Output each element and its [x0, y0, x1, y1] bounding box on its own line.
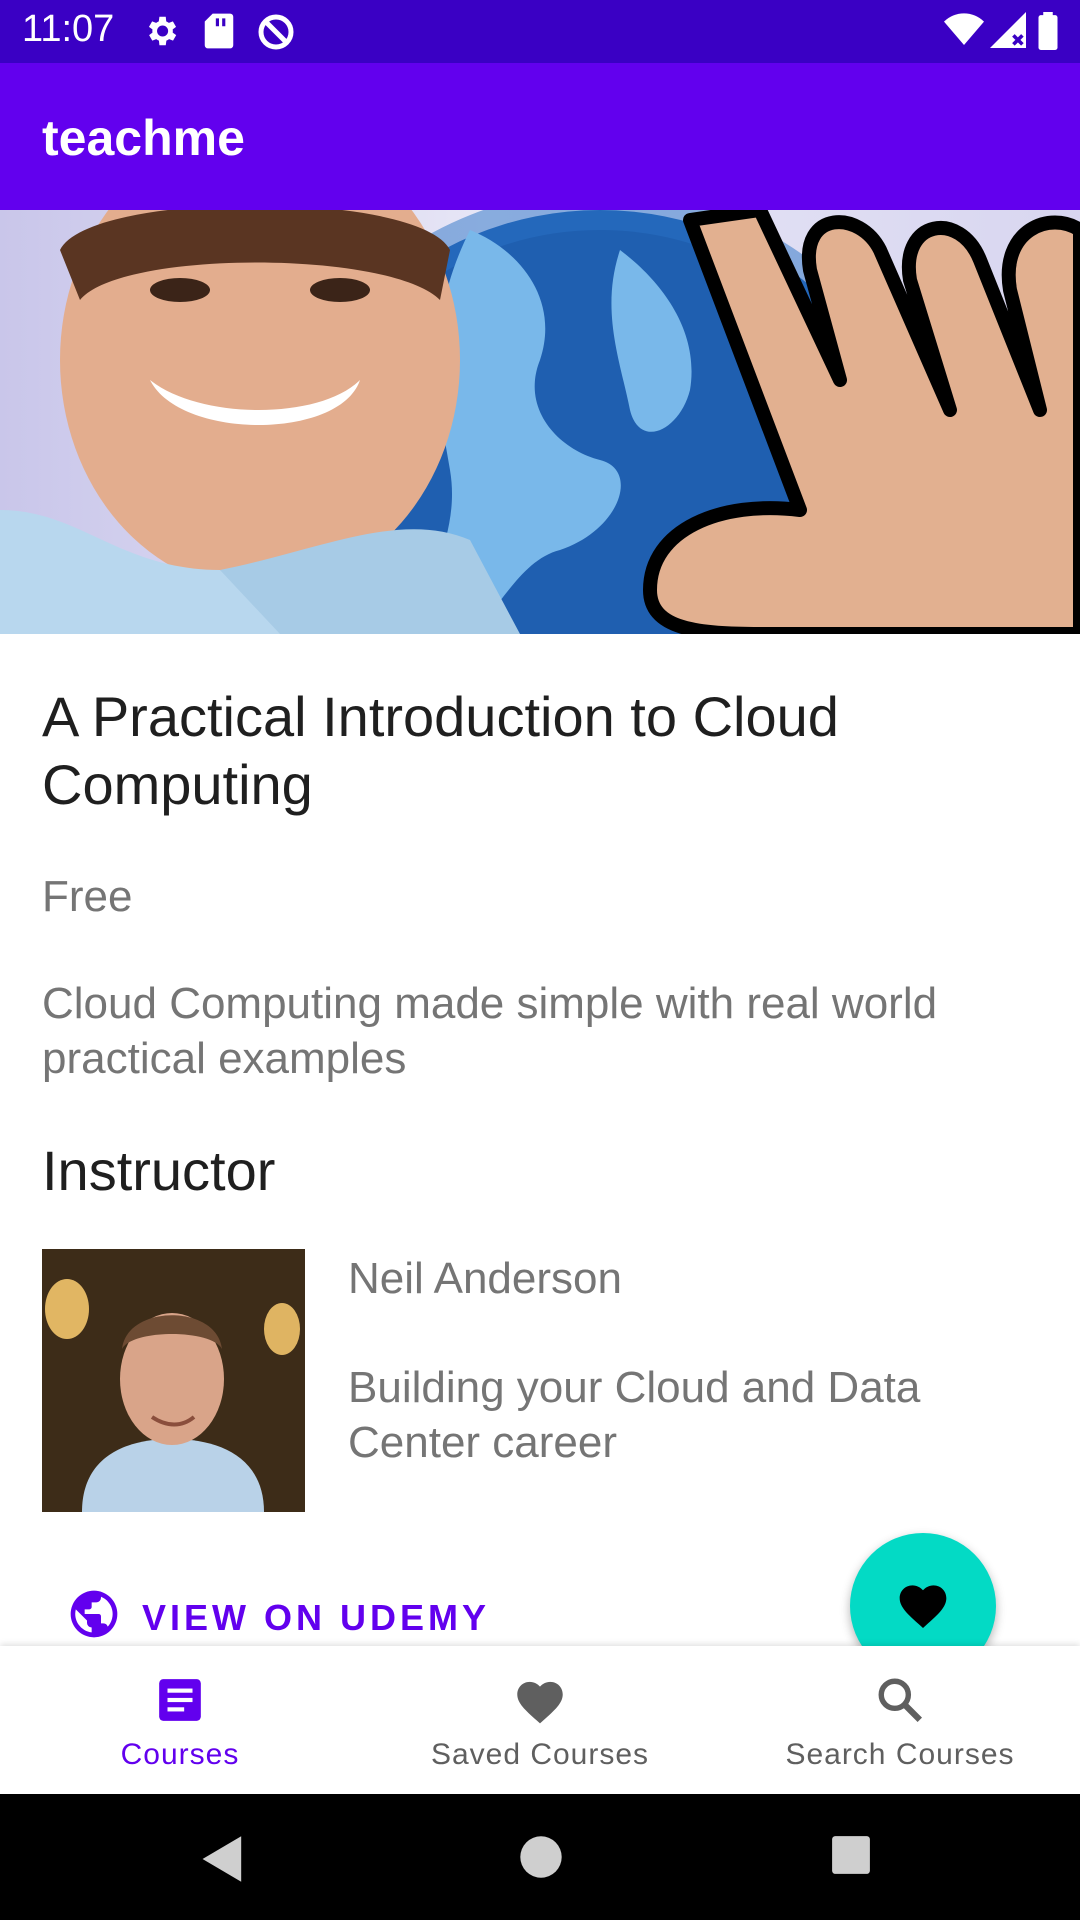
- at-sign-icon: [256, 12, 296, 57]
- bottom-navigation: Courses Saved Courses Search Courses: [0, 1646, 1080, 1794]
- nav-label-saved-courses: Saved Courses: [430, 1738, 650, 1771]
- status-time: 11:07: [22, 8, 115, 50]
- course-title: A Practical Introduction to Cloud Comput…: [42, 685, 839, 816]
- course-hero-image: [0, 210, 1080, 634]
- system-navigation-bar: [0, 1794, 1080, 1920]
- battery-icon: [1038, 12, 1058, 55]
- search-icon: [875, 1674, 925, 1726]
- app-title: teachme: [42, 110, 245, 166]
- app-bar: teachme: [0, 63, 1080, 210]
- instructor-name: Neil Anderson: [348, 1254, 622, 1303]
- heart-icon: [512, 1674, 568, 1726]
- nav-item-saved-courses[interactable]: Saved Courses: [360, 1646, 720, 1794]
- instructor-headline: Building your Cloud and Data Center care…: [348, 1363, 921, 1467]
- wifi-icon: [944, 12, 984, 53]
- nav-label-courses: Courses: [120, 1738, 240, 1771]
- course-price: Free: [42, 872, 133, 921]
- document-list-icon: [155, 1674, 205, 1726]
- instructor-photo: [42, 1249, 305, 1512]
- cell-signal-icon: [990, 12, 1026, 53]
- home-icon[interactable]: [518, 1834, 564, 1885]
- instructor-heading: Instructor: [42, 1139, 276, 1202]
- sd-card-icon: [202, 12, 236, 55]
- heart-icon: [895, 1578, 951, 1635]
- nav-item-courses[interactable]: Courses: [0, 1646, 360, 1794]
- view-on-udemy-button[interactable]: VIEW ON UDEMY: [66, 1590, 490, 1646]
- course-description: Cloud Computing made simple with real wo…: [42, 979, 938, 1083]
- recents-icon[interactable]: [830, 1834, 872, 1881]
- status-bar: 11:07: [0, 0, 1080, 63]
- view-on-udemy-label: VIEW ON UDEMY: [142, 1597, 491, 1638]
- back-icon[interactable]: [200, 1834, 246, 1889]
- nav-item-search-courses[interactable]: Search Courses: [720, 1646, 1080, 1794]
- nav-label-search-courses: Search Courses: [785, 1738, 1015, 1771]
- settings-gear-icon: [142, 12, 180, 55]
- globe-icon: [66, 1586, 142, 1651]
